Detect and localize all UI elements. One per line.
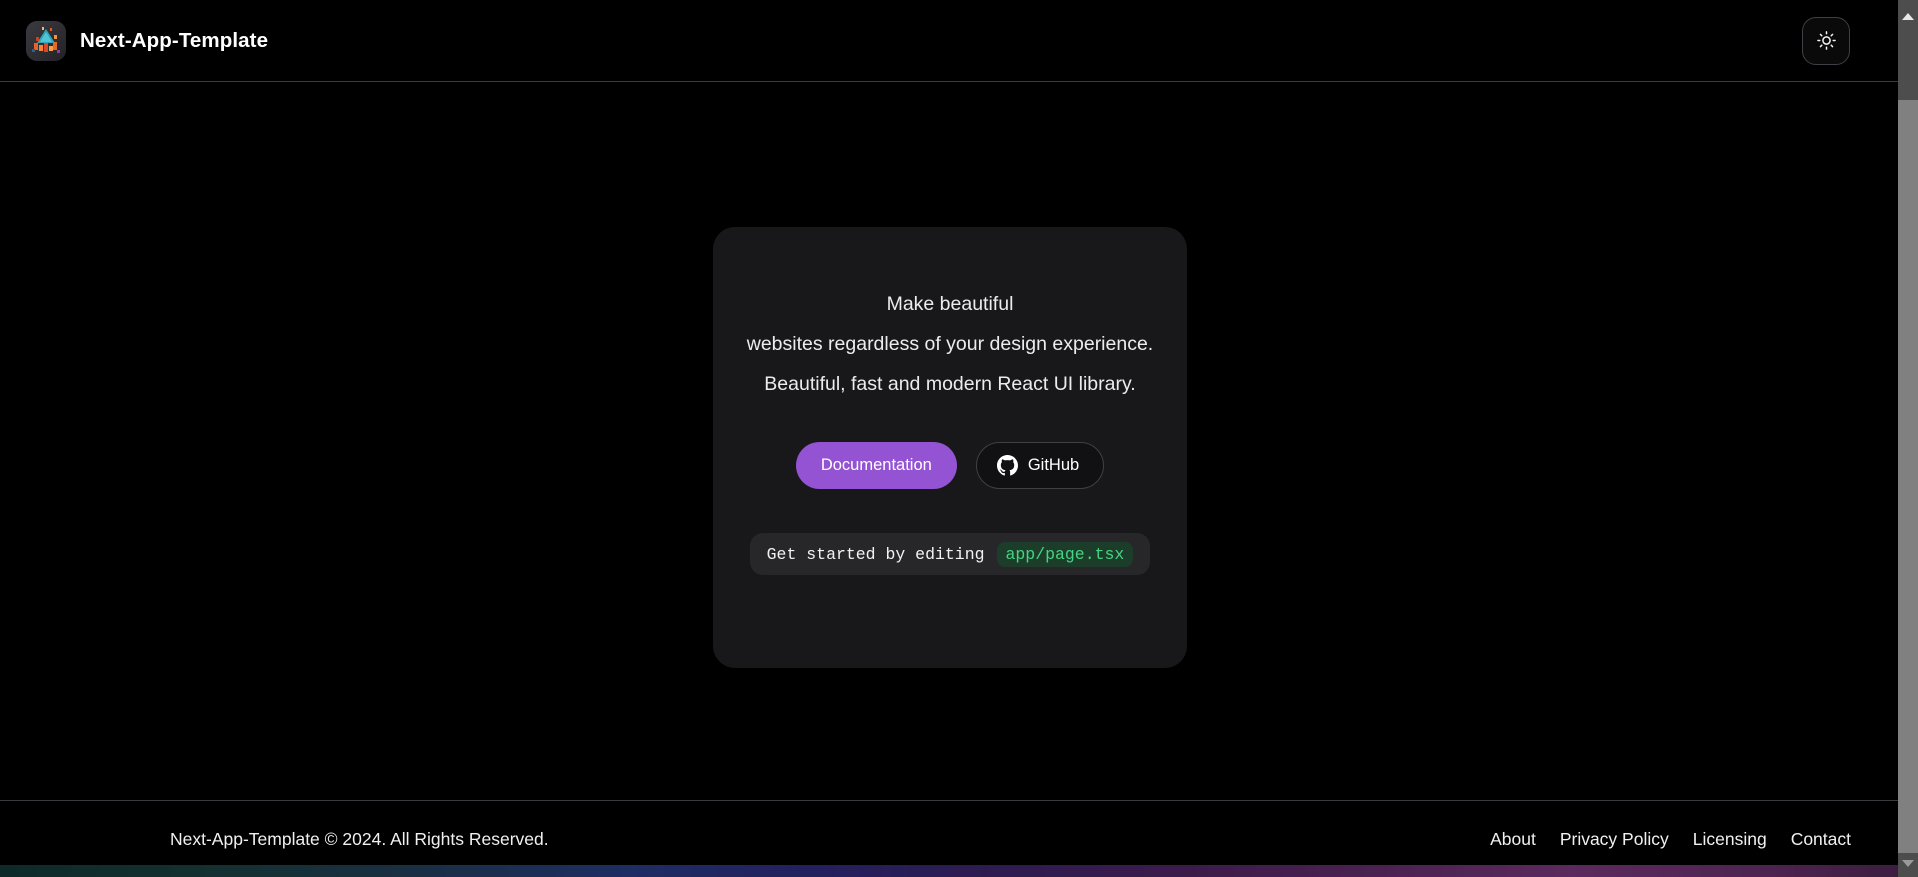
footer-links: About Privacy Policy Licensing Contact xyxy=(1490,829,1851,850)
chevron-up-icon xyxy=(1902,12,1914,20)
bottom-gradient-strip xyxy=(0,865,1918,877)
hero-card: Make beautiful websites regardless of yo… xyxy=(713,227,1187,668)
get-started-snippet: Get started by editing app/page.tsx xyxy=(749,533,1151,575)
hero-line-2: websites regardless of your design exper… xyxy=(746,333,1154,355)
app-root: Next-App-Template Make beautiful website… xyxy=(0,0,1898,877)
brand-title: Next-App-Template xyxy=(80,28,269,52)
footer-link-licensing[interactable]: Licensing xyxy=(1693,829,1767,850)
brand[interactable]: Next-App-Template xyxy=(26,20,269,61)
snippet-label: Get started by editing xyxy=(766,544,985,564)
scrollbar-thumb[interactable] xyxy=(1898,100,1918,853)
documentation-button[interactable]: Documentation xyxy=(795,442,957,489)
theme-toggle-button[interactable] xyxy=(1802,16,1850,65)
app-logo-icon xyxy=(26,20,66,61)
hero-buttons: Documentation GitHub xyxy=(795,442,1105,489)
footer-copyright: Next-App-Template © 2024. All Rights Res… xyxy=(170,828,549,849)
footer-link-privacy-policy[interactable]: Privacy Policy xyxy=(1560,829,1669,850)
hero-line-1: Make beautiful xyxy=(886,293,1014,315)
hero-line-3: Beautiful, fast and modern React UI libr… xyxy=(764,373,1136,395)
scrollbar-down-arrow-button[interactable] xyxy=(1898,853,1918,873)
footer-link-about[interactable]: About xyxy=(1490,829,1536,850)
scrollbar-track-top[interactable] xyxy=(1898,26,1918,100)
scrollbar-up-arrow-button[interactable] xyxy=(1898,6,1918,26)
github-button-label: GitHub xyxy=(1027,456,1080,474)
github-button[interactable]: GitHub xyxy=(975,442,1105,489)
chevron-down-icon xyxy=(1902,859,1914,867)
vertical-scrollbar[interactable] xyxy=(1898,0,1918,877)
snippet-code-chip: app/page.tsx xyxy=(996,541,1134,567)
navbar: Next-App-Template xyxy=(0,0,1898,82)
footer-link-contact[interactable]: Contact xyxy=(1791,829,1851,850)
sun-icon xyxy=(1816,30,1837,51)
github-icon xyxy=(996,455,1018,476)
main-content: Make beautiful websites regardless of yo… xyxy=(0,82,1898,800)
